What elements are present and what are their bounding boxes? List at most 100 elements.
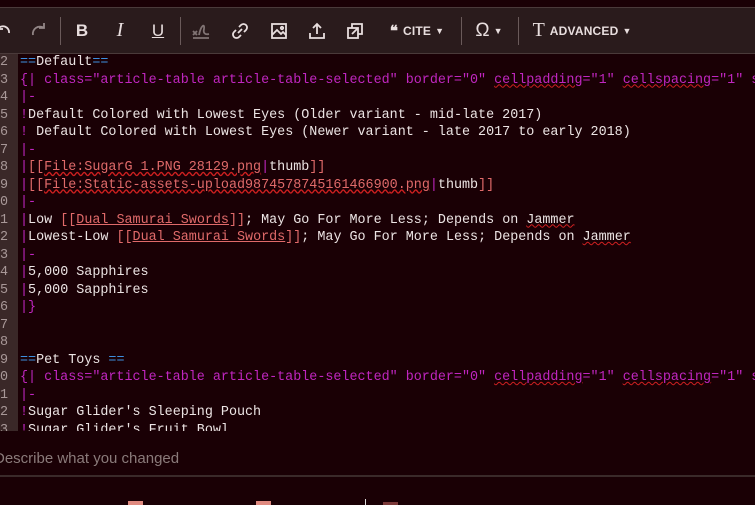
line-number: 7 [0,317,8,333]
line-number: 6 [0,125,8,140]
undo-icon [0,24,10,33]
advanced-label: ADVANCED [549,23,619,38]
italic-button[interactable]: I [108,8,132,53]
signature-button[interactable] [189,8,213,53]
redo-icon [32,22,45,35]
code-text: !Sugar Glider's Sleeping Pouch [20,404,261,422]
code-text: |[[File:SugarG 1.PNG 28129.png|thumb]] [20,159,325,177]
underline-icon: U [151,20,165,40]
code-text: |- [20,194,36,212]
code-token: | [20,282,29,298]
line-number: 5 [0,282,8,298]
code-token: [[ [60,212,77,228]
code-text: {| class="article-table article-table-se… [20,369,755,387]
code-token: ]] [285,230,302,245]
code-text: |5,000 Sapphires [20,282,149,300]
line-number: 1 [0,212,8,228]
quote-icon: ❝ [389,22,398,40]
code-token: ]] [478,177,495,193]
code-token: | [20,160,29,175]
code-token: | [20,212,29,228]
code-token: [[ [116,230,133,245]
code-text: |- [20,247,36,265]
toolbar-divider [461,17,462,45]
code-token: == [92,55,109,70]
line-number: 6 [0,300,8,315]
code-token: cellspacing [622,72,712,88]
code-token: cellspacing [622,370,712,385]
toolbar-divider [518,17,519,45]
code-token: ="1" [582,370,623,385]
special-characters-dropdown[interactable]: Ω ▼ [471,8,507,53]
edit-summary-input[interactable]: Describe what you changed [0,450,179,467]
code-token: Dual Samurai Swords [132,230,286,245]
line-number: 3 [0,422,8,432]
code-token: Lowest-Low [28,230,117,245]
code-token: Default Colored with Lowest Eyes (Older … [28,107,543,123]
code-token: ]] [228,212,246,228]
bottom-control[interactable] [256,501,271,505]
underline-button[interactable]: U [146,8,170,53]
link-icon [232,22,248,39]
code-token: == [20,352,37,368]
chevron-down-icon: ▼ [622,25,632,36]
code-token: 0.png [389,177,430,193]
code-token: {| class="article-table article-table-se… [20,72,495,88]
code-token: |- [20,142,37,158]
line-number: 3 [0,72,8,88]
bottom-control[interactable] [128,501,143,505]
line-number: 3 [0,247,8,263]
line-number: 0 [0,370,8,385]
line-number: 4 [0,265,8,280]
code-token: ; May Go For More Less; Depends on [245,212,527,228]
line-number: 9 [0,177,8,193]
upload-button[interactable] [305,8,329,53]
code-text: {| class="article-table article-table-se… [20,72,755,90]
code-text: |Low [[Dual Samurai Swords]]; May Go For… [20,212,575,230]
code-text: |[[File:Static-assets-upload987457874516… [20,177,494,195]
redo-button[interactable] [26,8,52,53]
bold-button[interactable]: B [70,8,94,53]
code-token: |- [20,247,37,263]
code-token: ! [20,125,29,140]
undo-button[interactable] [0,8,18,53]
code-token: [[ [28,160,45,175]
code-text: ! Default Colored with Lowest Eyes (Newe… [20,124,631,142]
code-text: |} [20,299,36,317]
line-number: 9 [0,352,8,368]
code-token: ="1" style= [711,370,755,385]
line-number: 2 [0,55,8,70]
italic-icon: I [116,19,124,41]
code-token: Jammer [526,212,575,228]
code-text: |Lowest-Low [[Dual Samurai Swords]]; May… [20,229,631,247]
chevron-down-icon: ▼ [493,25,503,36]
code-token: Sugar Glider's Sleeping Pouch [28,405,262,420]
code-token: == [20,55,37,70]
code-text: |- [20,89,36,107]
line-number: 7 [0,142,8,158]
signature-icon [192,24,210,39]
line-number: 0 [0,195,8,210]
line-number: 1 [0,387,8,403]
code-token: Pet Toys [36,352,109,368]
advanced-dropdown[interactable]: T ADVANCED ▼ [530,8,634,53]
code-token: ]] [309,160,326,175]
line-number: 8 [0,160,8,175]
cite-label: CITE [403,23,432,38]
code-token: | [429,177,438,193]
code-token: ="1" [582,72,623,88]
link-button[interactable] [228,8,252,53]
code-token: |- [20,90,37,105]
code-token: |- [20,195,37,210]
code-token: thumb [269,160,310,175]
code-token: ! [20,422,29,432]
source-editor[interactable]: 2 ==Default== 3 {| class="article-table art… [0,54,755,431]
image-button[interactable] [267,8,291,53]
cite-dropdown[interactable]: ❝ CITE ▼ [384,8,450,53]
code-token: |- [20,387,37,403]
template-button[interactable] [343,8,367,53]
code-token: | [20,230,29,245]
code-token: ; May Go For More Less; Depends on [301,230,583,245]
bottom-divider [365,499,366,505]
code-text: ==Pet Toys == [20,352,124,370]
